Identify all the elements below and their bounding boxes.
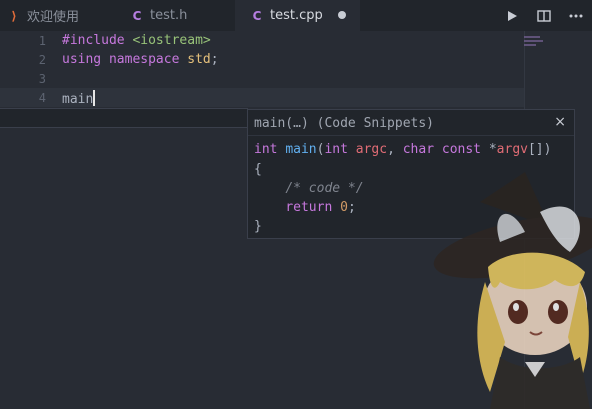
namespace-std: std: [187, 52, 211, 67]
include-directive: #include: [62, 33, 125, 48]
tab-label: 欢迎使用: [27, 10, 80, 25]
tab-welcome[interactable]: ⟩ 欢迎使用: [0, 0, 112, 31]
keyword-char: char: [402, 142, 435, 157]
line-number: 2: [38, 53, 46, 67]
keyword-namespace: namespace: [108, 52, 180, 67]
snippet-line-4: return 0;: [254, 200, 356, 215]
function-main: main: [285, 142, 317, 157]
param-argc: argc: [355, 142, 388, 157]
close-icon[interactable]: ×: [554, 114, 566, 130]
keyword-int: int: [324, 142, 348, 157]
background-mascot-image: [433, 172, 592, 409]
snippet-line-1: int main(int argc, char const *argv[]): [254, 142, 551, 157]
include-header: <iostream>: [132, 33, 211, 48]
tab-label: test.cpp: [270, 8, 323, 23]
cpp-icon: C: [132, 8, 142, 23]
vscode-icon: ⟩: [11, 8, 17, 23]
text-cursor: [93, 90, 96, 106]
comment: /* code */: [285, 181, 364, 196]
unsaved-dot-icon[interactable]: [338, 11, 346, 19]
line-number: 4: [38, 91, 46, 105]
pointer-star: *: [488, 142, 497, 157]
close-brace: }: [254, 219, 262, 234]
cpp-icon: C: [252, 8, 262, 23]
param-argv: argv: [496, 142, 528, 157]
semicolon: ;: [347, 200, 356, 215]
snippet-line-2: {: [254, 162, 262, 177]
snippet-line-3: /* code */: [254, 181, 364, 196]
code-line-4: main: [62, 90, 96, 107]
snippet-line-5: }: [254, 219, 262, 234]
line-number: 1: [38, 34, 46, 48]
keyword-using: using: [62, 52, 102, 67]
semicolon: ;: [210, 52, 219, 67]
tab-test-h[interactable]: C test.h: [112, 0, 235, 31]
comma: ,: [387, 142, 395, 157]
typed-text: main: [62, 92, 94, 107]
keyword-const: const: [441, 142, 482, 157]
bracket-close: []): [527, 142, 552, 157]
keyword-int: int: [254, 142, 278, 157]
tab-label: test.h: [150, 8, 188, 23]
editor-actions: [496, 0, 592, 31]
code-line-1: #include <iostream>: [62, 33, 211, 48]
suggestion-list[interactable]: [0, 108, 248, 128]
split-editor-icon[interactable]: [528, 0, 560, 31]
tab-bar: ⟩ 欢迎使用 C test.h C test.cpp: [0, 0, 592, 31]
divider: [248, 135, 574, 136]
minimap[interactable]: [524, 34, 544, 48]
run-icon[interactable]: [496, 0, 528, 31]
code-line-2: using namespace std;: [62, 52, 219, 67]
keyword-return: return: [285, 200, 333, 215]
line-number: 3: [38, 72, 46, 86]
number-zero: 0: [340, 200, 348, 215]
snippet-title: main(…) (Code Snippets): [254, 116, 435, 131]
open-brace: {: [254, 162, 262, 177]
tab-test-cpp[interactable]: C test.cpp: [235, 0, 360, 31]
more-icon[interactable]: [560, 0, 592, 31]
